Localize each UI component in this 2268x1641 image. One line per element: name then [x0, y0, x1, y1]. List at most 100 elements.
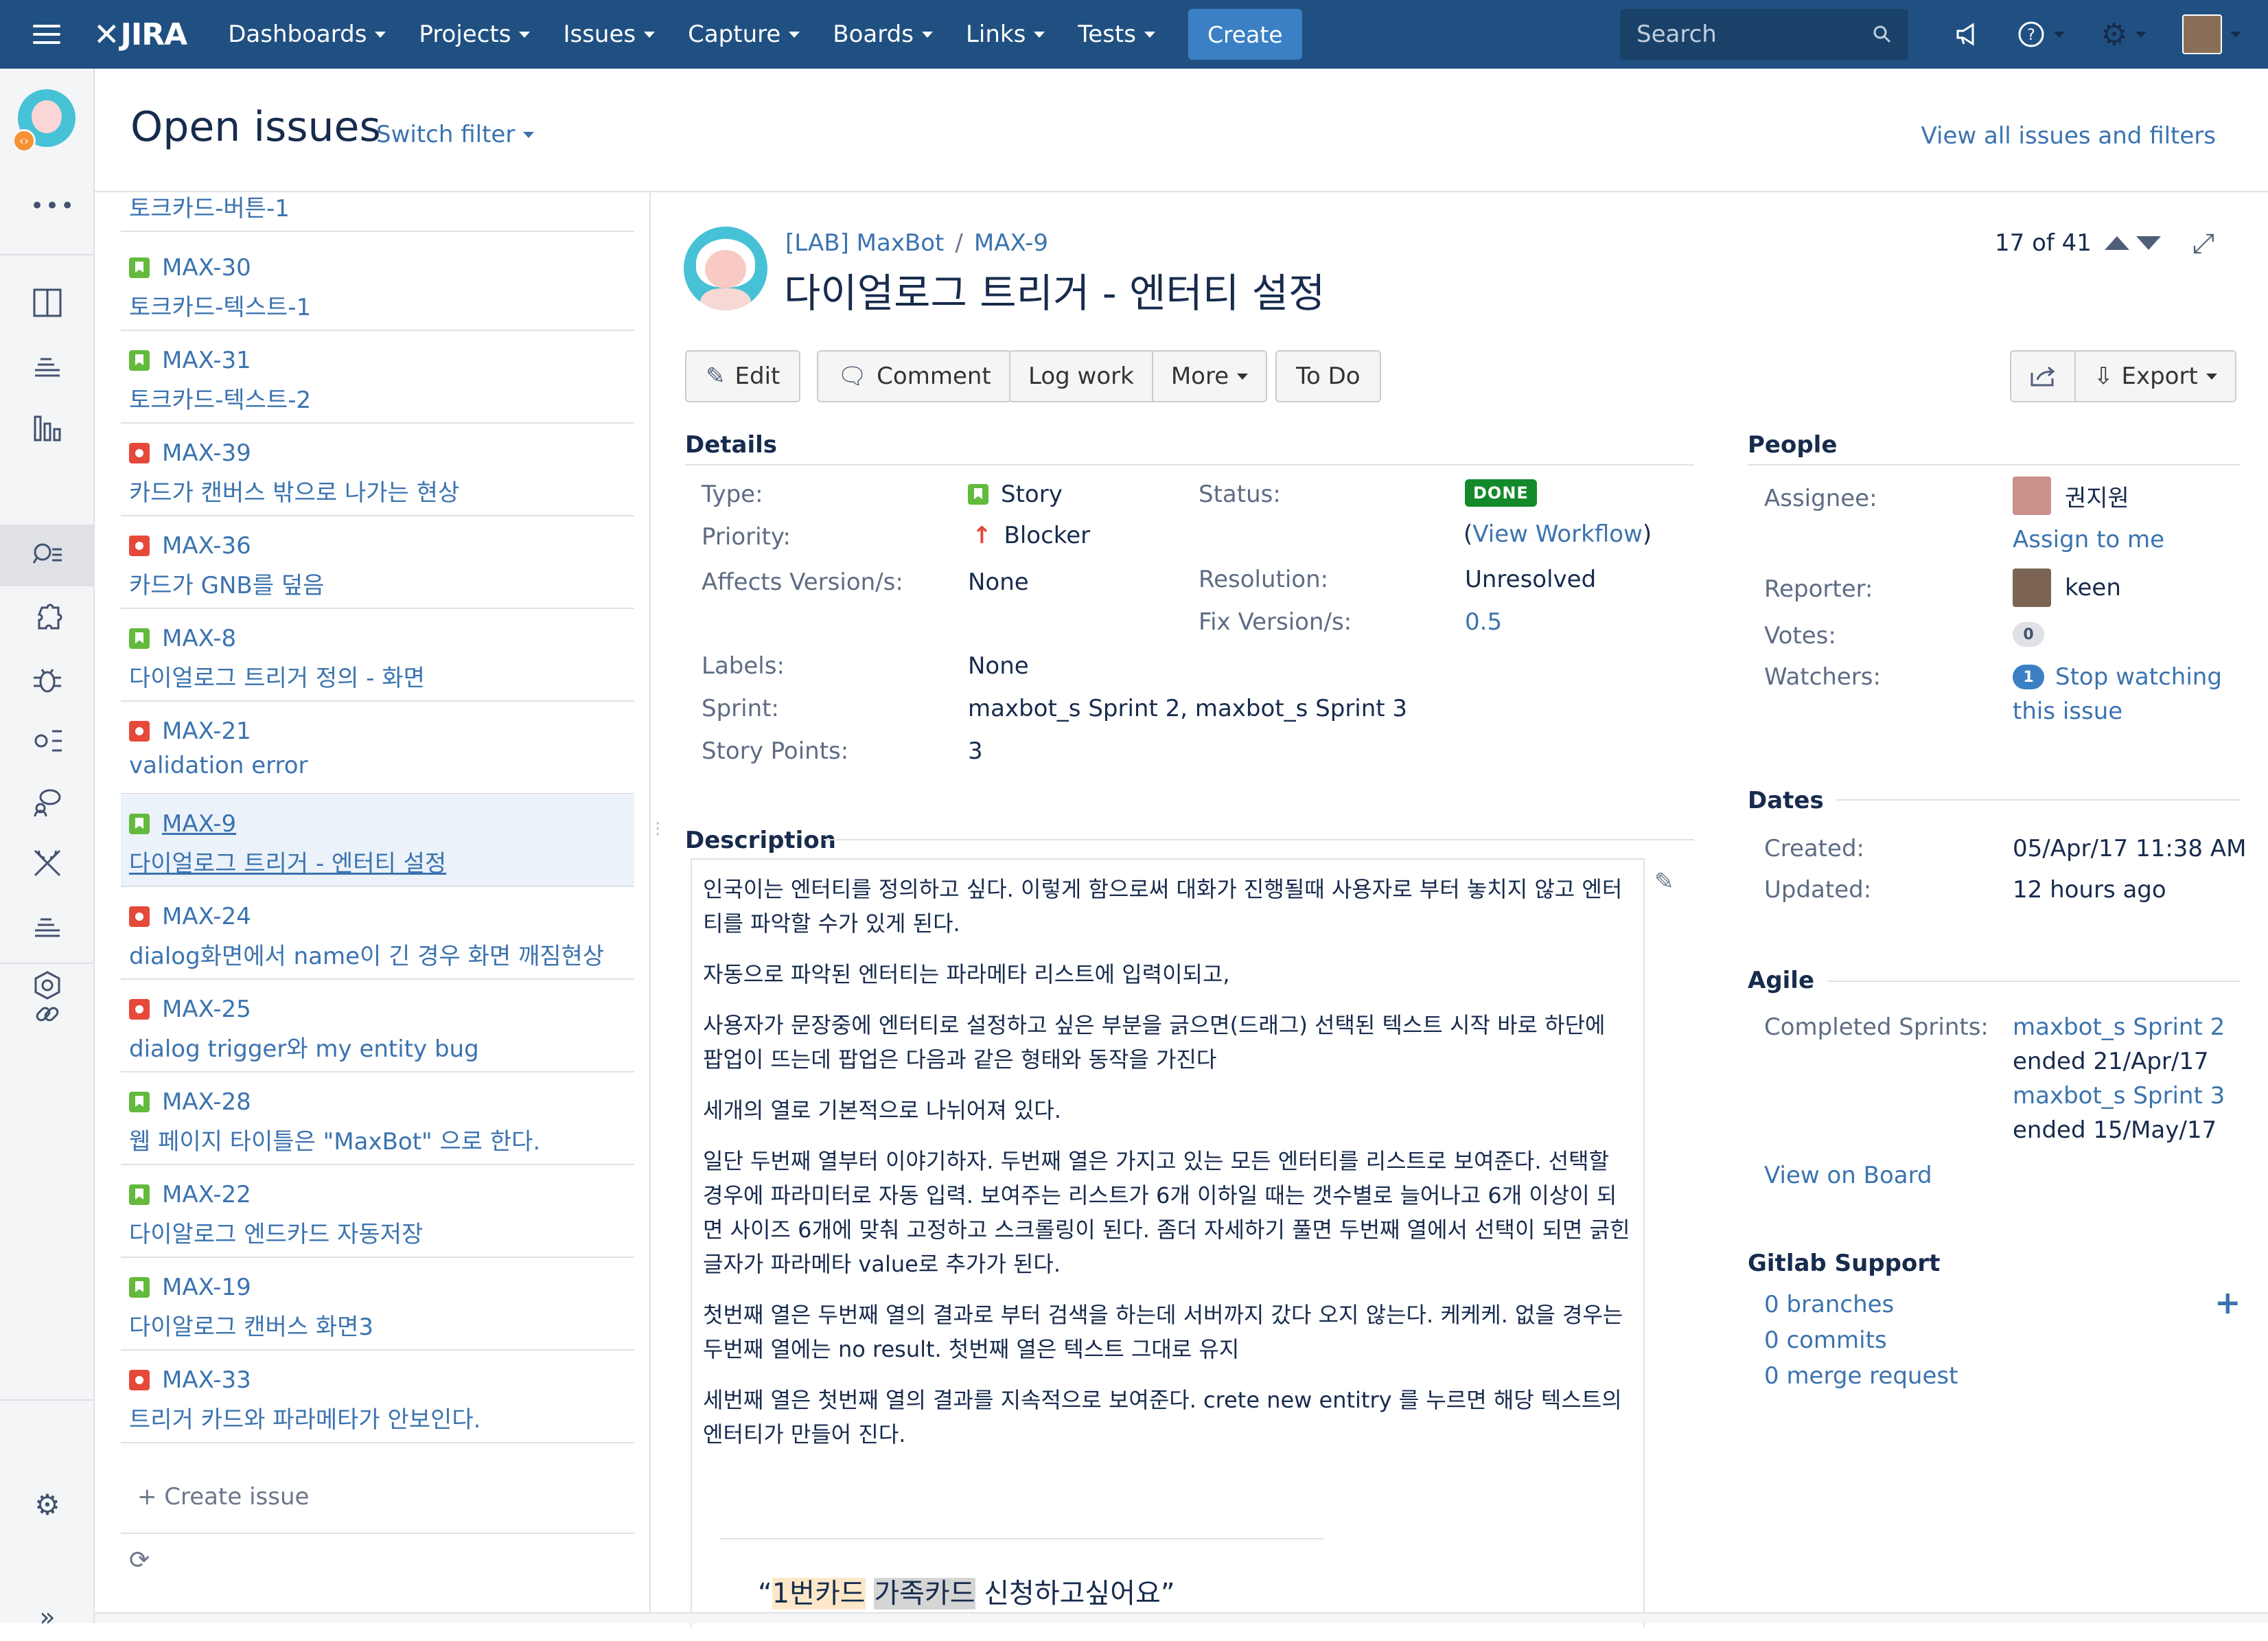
story-icon	[968, 484, 988, 505]
export-button[interactable]: ⇩ Export	[2074, 352, 2235, 401]
megaphone-icon[interactable]	[1954, 21, 1981, 48]
list-item[interactable]: MAX-36 카드가 GNB를 덮음	[121, 517, 634, 609]
share-icon[interactable]	[2011, 352, 2074, 401]
nav-boards[interactable]: Boards	[833, 21, 933, 48]
issue-summary: 다이알로그 캔버스 화면3	[129, 1313, 374, 1341]
log-work-button[interactable]: Log work	[1010, 352, 1152, 401]
merge-request-link[interactable]: 0 merge request	[1764, 1362, 1958, 1390]
list-item[interactable]: MAX-8 다이얼로그 트리거 정의 - 화면	[121, 610, 634, 702]
details-divider	[685, 464, 1694, 466]
gear-icon[interactable]: ⚙	[27, 1484, 67, 1524]
svg-text:?: ?	[2027, 27, 2035, 44]
description-paragraph: 자동으로 파악된 엔터티는 파라메타 리스트에 입력이되고,	[703, 961, 1230, 987]
description-body[interactable]: 인국이는 엔터티를 정의하고 싶다. 이렇게 함으로써 대화가 진행될때 사용자…	[691, 858, 1645, 1627]
type-value: Story	[968, 481, 1063, 508]
expand-icon[interactable]: »	[27, 1597, 67, 1637]
list-item[interactable]: MAX-28 웹 페이지 타이틀은 "MaxBot" 으로 한다.	[121, 1073, 634, 1165]
next-issue-icon[interactable]	[2136, 236, 2161, 250]
nav-dashboards[interactable]: Dashboards	[228, 21, 386, 48]
sprint-link[interactable]: maxbot_s Sprint 2	[2013, 1013, 2225, 1041]
votes-value[interactable]: 0	[2013, 622, 2044, 647]
issues-icon[interactable]	[0, 525, 95, 586]
nav-projects[interactable]: Projects	[419, 21, 531, 48]
assignee-value[interactable]: 권지원	[2013, 477, 2129, 515]
affects-label: Affects Version/s:	[702, 569, 903, 596]
backlog-icon[interactable]	[27, 283, 67, 323]
people-heading: People	[1748, 431, 1838, 459]
sprint-link[interactable]: maxbot_s Sprint 3	[2013, 1082, 2225, 1110]
comment-button[interactable]: 🗨 Comment	[817, 350, 1012, 402]
list-item[interactable]: MAX-31 토크카드-텍스트-2	[121, 332, 634, 424]
type-label: Type:	[702, 481, 763, 508]
commits-link[interactable]: 0 commits	[1764, 1327, 1887, 1354]
search-input[interactable]: Search	[1620, 9, 1908, 60]
releases-icon[interactable]	[27, 905, 67, 945]
gitlab-heading: Gitlab Support	[1748, 1250, 1941, 1277]
dates-heading: Dates	[1748, 787, 1824, 814]
nav-links[interactable]: Links	[966, 21, 1045, 48]
chat-icon[interactable]	[27, 783, 67, 823]
list-item[interactable]: MAX-24 dialog화면에서 name이 긴 경우 화면 깨짐현상	[121, 888, 634, 980]
issue-key: MAX-25	[162, 996, 251, 1023]
todo-button[interactable]: To Do	[1275, 350, 1381, 402]
bug-icon	[129, 721, 150, 742]
jira-logo[interactable]: ✕ JIRA	[93, 16, 187, 53]
list-item[interactable]: MAX-30 토크카드-텍스트-1	[121, 239, 634, 331]
settings-tree-icon[interactable]	[27, 721, 67, 761]
issue-key-link[interactable]: MAX-9	[974, 229, 1048, 257]
issue-title[interactable]: 다이얼로그 트리거 - 엔터티 설정	[784, 261, 1325, 319]
help-icon[interactable]: ?	[2017, 20, 2065, 49]
more-button[interactable]: More	[1151, 352, 1266, 401]
nav-capture[interactable]: Capture	[688, 21, 800, 48]
edit-button[interactable]: ✎ Edit	[685, 350, 801, 402]
nav-tests[interactable]: Tests	[1078, 21, 1155, 48]
assign-to-me-link[interactable]: Assign to me	[2013, 526, 2164, 553]
reporter-value[interactable]: keen	[2013, 569, 2121, 607]
issue-summary: 토크카드-텍스트-1	[129, 294, 312, 321]
active-sprints-icon[interactable]	[27, 345, 67, 385]
list-item[interactable]: MAX-21 validation error	[121, 702, 634, 794]
fix-version-link[interactable]: 0.5	[1465, 608, 1502, 636]
list-item[interactable]: MAX-19 다이알로그 캔버스 화면3	[121, 1259, 634, 1351]
switch-filter-button[interactable]: Switch filter	[376, 121, 535, 148]
issue-list: MAX-32 토크카드-버튼-1 MAX-30 토크카드-텍스트-1 MAX-31 토…	[121, 192, 634, 1538]
components-icon[interactable]	[27, 599, 67, 639]
list-item[interactable]: MAX-25 dialog trigger와 my entity bug	[121, 980, 634, 1072]
view-workflow-link[interactable]: View Workflow	[1472, 520, 1643, 548]
gear-icon[interactable]: ⚙	[2101, 17, 2147, 52]
expand-icon[interactable]: ⤢	[2192, 228, 2214, 260]
horizontal-scrollbar[interactable]	[95, 1612, 2268, 1623]
more-icon[interactable]: •••	[30, 192, 76, 220]
list-item[interactable]: MAX-33 트리거 카드와 파라메타가 안보인다.	[121, 1351, 634, 1443]
create-button[interactable]: Create	[1188, 9, 1302, 60]
reporter-label: Reporter:	[1764, 575, 1873, 603]
tools-icon[interactable]	[27, 843, 67, 883]
view-all-issues-link[interactable]: View all issues and filters	[1921, 122, 2216, 150]
pager-arrows	[2105, 236, 2161, 250]
stop-watching-link[interactable]: Stop watching	[2055, 663, 2222, 691]
nav-issues[interactable]: Issues	[563, 21, 656, 48]
reports-icon[interactable]	[27, 408, 67, 448]
list-item[interactable]: MAX-9 다이얼로그 트리거 - 엔터티 설정	[121, 795, 634, 887]
bugs-icon[interactable]	[27, 661, 67, 700]
view-workflow: (View Workflow)	[1463, 520, 1652, 548]
create-issue-button[interactable]: + Create issue	[137, 1483, 309, 1511]
list-item[interactable]: MAX-39 카드가 캔버스 밖으로 나가는 현상	[121, 424, 634, 516]
add-branch-icon[interactable]: +	[2214, 1284, 2241, 1321]
watchers-value[interactable]: 1 Stop watching	[2013, 663, 2222, 691]
list-item[interactable]: MAX-32 토크카드-버튼-1	[121, 192, 634, 232]
edit-description-icon[interactable]: ✎	[1654, 868, 1674, 895]
branches-link[interactable]: 0 branches	[1764, 1291, 1894, 1318]
view-on-board-link[interactable]: View on Board	[1764, 1162, 1932, 1189]
stop-watching-link-cont[interactable]: this issue	[2013, 698, 2122, 725]
user-avatar[interactable]	[2182, 14, 2242, 54]
link-icon[interactable]	[27, 994, 67, 1034]
project-link[interactable]: [LAB] MaxBot	[785, 229, 944, 257]
breadcrumb: [LAB] MaxBot / MAX-9	[785, 229, 1048, 257]
issue-summary: 다이알로그 엔드카드 자동저장	[129, 1221, 424, 1248]
previous-issue-icon[interactable]	[2105, 236, 2129, 250]
resize-handle-icon[interactable]: · · ·	[655, 815, 660, 844]
refresh-icon[interactable]: ⟳	[129, 1546, 150, 1574]
list-item[interactable]: MAX-22 다이알로그 엔드카드 자동저장	[121, 1166, 634, 1258]
app-switcher-icon[interactable]	[0, 0, 93, 69]
